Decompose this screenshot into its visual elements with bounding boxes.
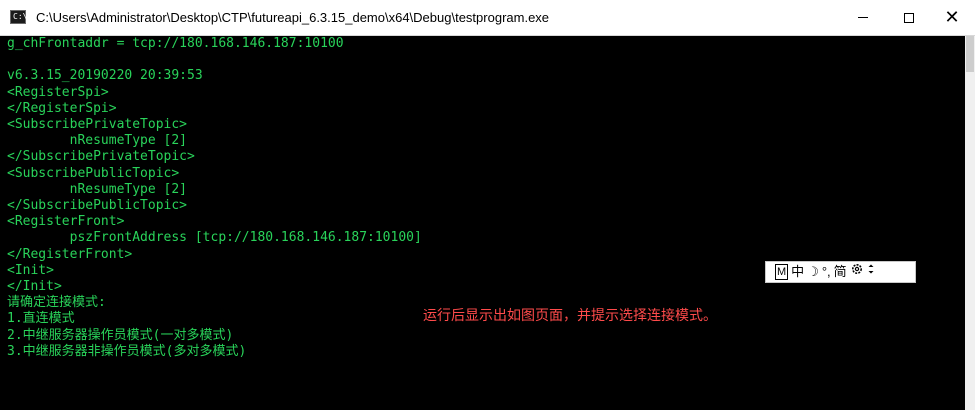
- title-bar: C:\ C:\Users\Administrator\Desktop\CTP\f…: [0, 0, 975, 36]
- console-line: </RegisterFront>: [7, 246, 133, 262]
- console-line: <RegisterSpi>: [7, 84, 109, 100]
- ime-chinese-toggle[interactable]: 中: [791, 262, 804, 282]
- console-line: <RegisterFront>: [7, 214, 125, 230]
- annotation-text: 运行后显示出如图页面，并提示选择连接模式。: [423, 307, 717, 323]
- gear-icon[interactable]: [850, 262, 864, 282]
- console-line: <SubscribePrivateTopic>: [7, 117, 188, 133]
- ime-mode-button[interactable]: M: [775, 264, 789, 280]
- scroll-thumb[interactable]: [966, 36, 974, 72]
- ime-punctuation-toggle[interactable]: °,: [822, 262, 831, 282]
- close-button[interactable]: ✕: [929, 0, 975, 35]
- console-line: 3.中继服务器非操作员模式(多对多模式): [7, 343, 247, 359]
- maximize-icon: [904, 12, 914, 23]
- console-line: </Init>: [7, 279, 62, 295]
- console-line: nResumeType [2]: [7, 133, 188, 149]
- console-line: <SubscribePublicTopic>: [7, 165, 180, 181]
- console-line: pszFrontAddress [tcp://180.168.146.187:1…: [7, 230, 422, 246]
- console-line: 1.直连模式: [7, 311, 75, 327]
- close-icon: ✕: [944, 7, 960, 27]
- ime-toolbar[interactable]: M 中 ☽ °, 简: [765, 261, 916, 283]
- console-line: </SubscribePublicTopic>: [7, 198, 188, 214]
- console-line: nResumeType [2]: [7, 181, 188, 197]
- more-icon[interactable]: [867, 262, 875, 282]
- console-line: g_chFrontaddr = tcp://180.168.146.187:10…: [7, 36, 344, 51]
- window-title: C:\Users\Administrator\Desktop\CTP\futur…: [36, 10, 550, 25]
- minimize-icon: [858, 17, 868, 18]
- console-app-icon[interactable]: C:\: [10, 10, 27, 24]
- console-line: 2.中继服务器操作员模式(一对多模式): [7, 327, 234, 343]
- console-output[interactable]: g_chFrontaddr = tcp://180.168.146.187:10…: [0, 36, 965, 410]
- ime-simplified-toggle[interactable]: 简: [834, 262, 847, 282]
- minimize-button[interactable]: [840, 0, 886, 35]
- vertical-scrollbar[interactable]: [965, 36, 975, 410]
- maximize-button[interactable]: [886, 0, 932, 35]
- console-line: v6.3.15_20190220 20:39:53: [7, 68, 203, 84]
- console-line: 请确定连接模式:: [7, 295, 106, 311]
- console-text: g_chFrontaddr = tcp://180.168.146.187:10…: [7, 36, 422, 360]
- console-line: <Init>: [7, 262, 54, 278]
- console-line: </SubscribePrivateTopic>: [7, 149, 195, 165]
- moon-icon[interactable]: ☽: [807, 262, 819, 282]
- console-line: </RegisterSpi>: [7, 100, 117, 116]
